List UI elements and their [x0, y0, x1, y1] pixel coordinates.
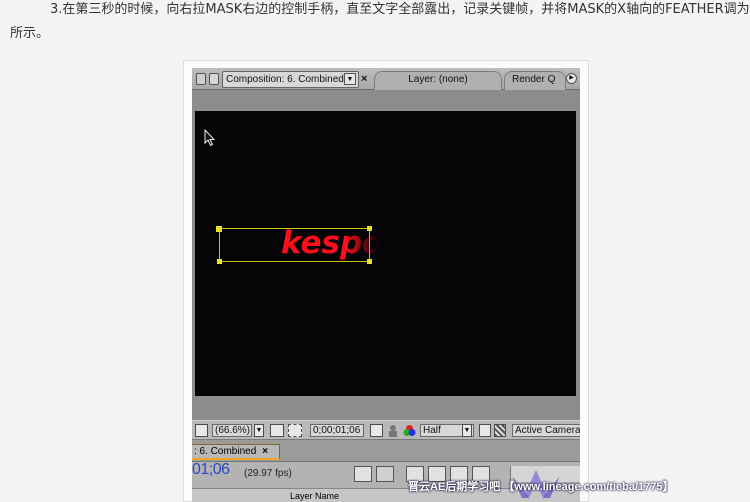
transparency-grid-icon[interactable]: [494, 424, 506, 437]
chevron-down-icon[interactable]: ▼: [462, 424, 472, 437]
tab-render-queue[interactable]: Render Q: [504, 71, 566, 90]
mask-handle-bottom-left[interactable]: [217, 259, 222, 264]
tab-composition[interactable]: Composition: 6. Combined ▼: [222, 71, 359, 88]
show-snapshot-icon[interactable]: [387, 424, 399, 437]
current-time-display[interactable]: 0;00;01;06: [310, 424, 364, 437]
snapshot-icon[interactable]: [370, 424, 383, 437]
viewer-toolbar: (66.6%) ▼ 0;00;01;06 Half ▼ Active Camer…: [192, 420, 580, 440]
comp-text-layer: kespo: [281, 225, 379, 261]
chevron-down-icon[interactable]: ▼: [254, 424, 264, 437]
layer-switches-icon[interactable]: [376, 466, 394, 482]
tab-layer[interactable]: Layer: (none): [374, 71, 502, 90]
chevron-down-icon[interactable]: ▼: [344, 73, 356, 85]
color-channels-icon[interactable]: [403, 424, 416, 437]
panel-menu-arrow-icon[interactable]: ▶: [566, 73, 577, 84]
panel-grip-icon[interactable]: [196, 73, 206, 85]
tab-timeline-combined[interactable]: : 6. Combined ×: [192, 444, 280, 460]
close-timeline-tab-button[interactable]: ×: [262, 446, 268, 457]
tutorial-line-2: 所示。: [10, 26, 50, 41]
timeline-fps: (29.97 fps): [244, 468, 292, 479]
close-tab-button[interactable]: ×: [361, 71, 367, 87]
always-preview-icon[interactable]: [195, 424, 208, 437]
magnification-dropdown[interactable]: (66.6%): [212, 424, 252, 437]
mask-handle-top-left[interactable]: [216, 226, 222, 232]
layer-name-column-header[interactable]: Layer Name: [290, 489, 339, 502]
tutorial-line-1: 3.在第三秒的时候，向右拉MASK右边的控制手柄，直至文字全部露出，记录关键帧，…: [50, 2, 750, 17]
region-of-interest-icon[interactable]: [479, 424, 491, 437]
panel-lock-icon[interactable]: [209, 73, 219, 85]
timeline-tab-label: : 6. Combined: [194, 446, 257, 457]
grid-icon[interactable]: [270, 424, 284, 437]
watermark-text: 晋云AE后期学习吧 【www.lineage.com/tieba/1775】: [408, 481, 674, 493]
mouse-cursor-icon: [204, 129, 216, 147]
camera-view-dropdown[interactable]: Active Camera: [512, 424, 580, 437]
tab-composition-label: Composition: 6. Combined: [226, 74, 344, 85]
composition-viewer[interactable]: kespo: [195, 111, 576, 396]
after-effects-window: Composition: 6. Combined ▼ × Layer: (non…: [192, 68, 580, 502]
timeline-current-time[interactable]: 01;06: [192, 461, 230, 479]
comp-mini-flowchart-icon[interactable]: [354, 466, 372, 482]
panel-tab-bar: Composition: 6. Combined ▼ × Layer: (non…: [192, 68, 580, 90]
mask-visibility-icon[interactable]: [288, 424, 302, 437]
